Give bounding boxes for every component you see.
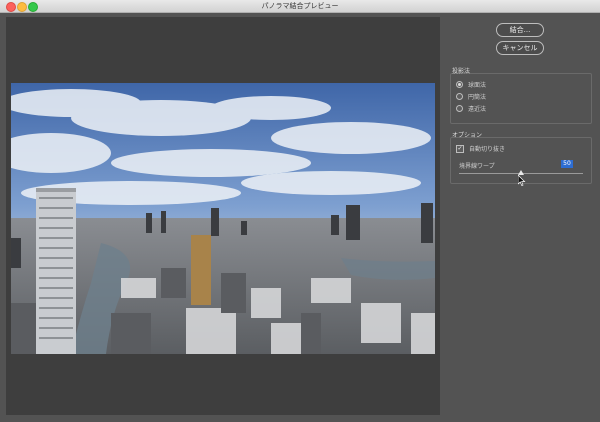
title-bar: パノラマ結合プレビュー xyxy=(0,0,600,13)
mouse-cursor-icon xyxy=(518,175,526,186)
boundary-warp-label: 境界線ワープ xyxy=(459,163,495,170)
radio-label: 遠近法 xyxy=(468,106,487,113)
projection-title: 投影法 xyxy=(452,68,471,75)
panorama-preview-image xyxy=(11,83,435,354)
checkmark-icon[interactable]: ✓ xyxy=(456,144,464,153)
boundary-warp-value-input[interactable]: 50 xyxy=(561,160,573,168)
radio-label: 球面法 xyxy=(468,82,487,89)
preview-canvas xyxy=(6,17,440,415)
auto-crop-checkbox-row[interactable]: ✓ 自動切り抜き xyxy=(456,144,505,153)
options-title: オプション xyxy=(452,132,483,139)
radio-button[interactable] xyxy=(456,81,463,88)
cancel-button[interactable]: キャンセル xyxy=(496,41,544,55)
merge-button[interactable]: 結合... xyxy=(496,23,544,37)
auto-crop-label: 自動切り抜き xyxy=(469,146,506,153)
radio-button[interactable] xyxy=(456,105,463,112)
projection-option-cylindrical[interactable]: 円筒法 xyxy=(456,92,486,101)
window-title: パノラマ結合プレビュー xyxy=(261,2,339,10)
projection-option-spherical[interactable]: 球面法 xyxy=(456,80,486,89)
radio-button[interactable] xyxy=(456,93,463,100)
radio-label: 円筒法 xyxy=(468,94,487,101)
projection-option-perspective[interactable]: 遠近法 xyxy=(456,104,486,113)
